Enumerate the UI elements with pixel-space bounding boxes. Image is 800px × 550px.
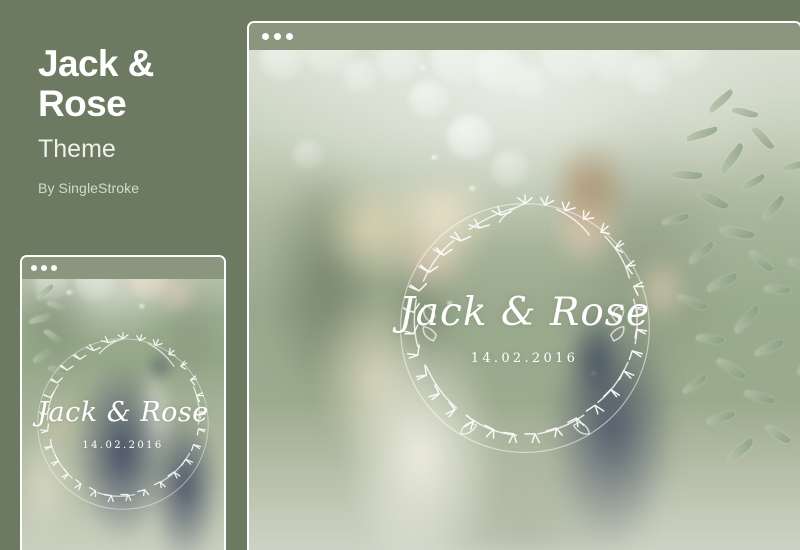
olive-branch: [22, 279, 79, 448]
minimize-dot-icon[interactable]: [274, 33, 281, 40]
mobile-window-title-bar[interactable]: [22, 257, 224, 279]
desktop-viewport: Jack & Rose 14.02.2016: [249, 50, 800, 550]
page-title: Jack & Rose: [38, 43, 154, 124]
theme-author: By SingleStroke: [38, 180, 140, 197]
mobile-preview-window[interactable]: Jack & Rose 14.02.2016: [20, 255, 226, 550]
theme-subtitle: Theme: [38, 135, 116, 164]
window-controls: [31, 265, 57, 271]
minimize-dot-icon[interactable]: [41, 265, 47, 271]
desktop-preview-window[interactable]: Jack & Rose 14.02.2016: [247, 21, 800, 550]
close-dot-icon[interactable]: [31, 265, 37, 271]
desktop-window-title-bar[interactable]: [249, 23, 800, 50]
wedding-photo-desktop: [249, 50, 800, 550]
maximize-dot-icon[interactable]: [286, 33, 293, 40]
olive-branch: [580, 80, 800, 492]
close-dot-icon[interactable]: [262, 33, 269, 40]
mobile-viewport: Jack & Rose 14.02.2016: [22, 279, 224, 550]
window-controls: [262, 33, 293, 40]
maximize-dot-icon[interactable]: [51, 265, 57, 271]
wedding-photo-mobile: [22, 279, 224, 550]
